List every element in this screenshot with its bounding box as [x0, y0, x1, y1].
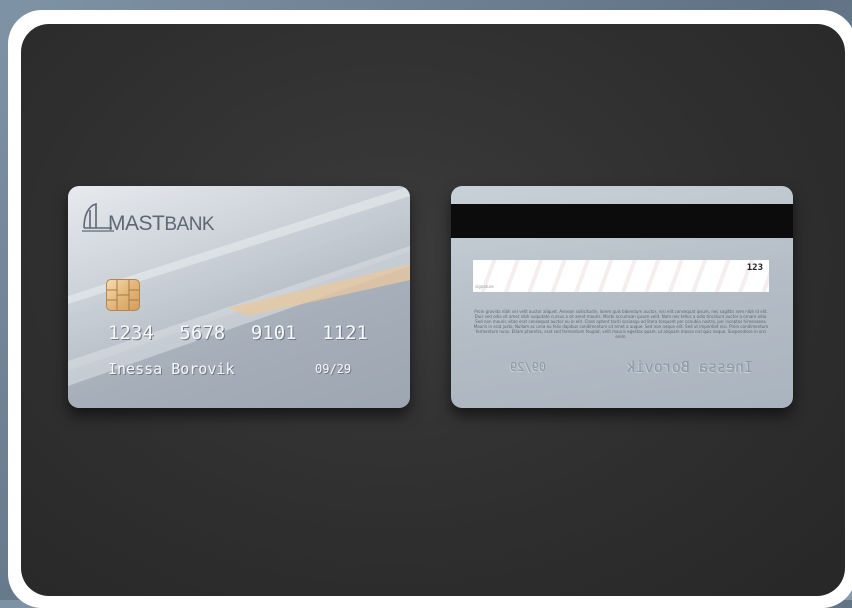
- credit-card-front: MASTBANK 1234 5678 9101 1121 Inessa Boro…: [68, 186, 410, 408]
- card-number-group-3: 9101: [250, 322, 297, 344]
- card-number-group-1: 1234: [108, 322, 154, 344]
- bank-name-suffix: BANK: [164, 214, 215, 235]
- credit-card-back: signature 123 Proin gravida nibh vel vel…: [451, 186, 793, 408]
- cardholder-name: Inessa Borovik: [108, 360, 235, 378]
- card-number: 1234 5678 9101 1121: [108, 322, 368, 344]
- bank-logo-text: MASTBANK: [108, 212, 215, 236]
- card-expiry-date: 09/29: [315, 362, 352, 376]
- bank-name-prefix: MAST: [108, 212, 165, 235]
- scene-background: MASTBANK 1234 5678 9101 1121 Inessa Boro…: [21, 24, 845, 596]
- mirrored-embossing: Inessa Borovik 09/29: [451, 186, 793, 408]
- card-number-group-2: 5678: [179, 322, 226, 344]
- emv-chip-icon: [106, 279, 140, 311]
- card-number-group-4: 1121: [322, 322, 368, 344]
- mirrored-cardholder-name: Inessa Borovik: [626, 358, 753, 376]
- mirrored-expiry-date: 09/29: [509, 360, 546, 374]
